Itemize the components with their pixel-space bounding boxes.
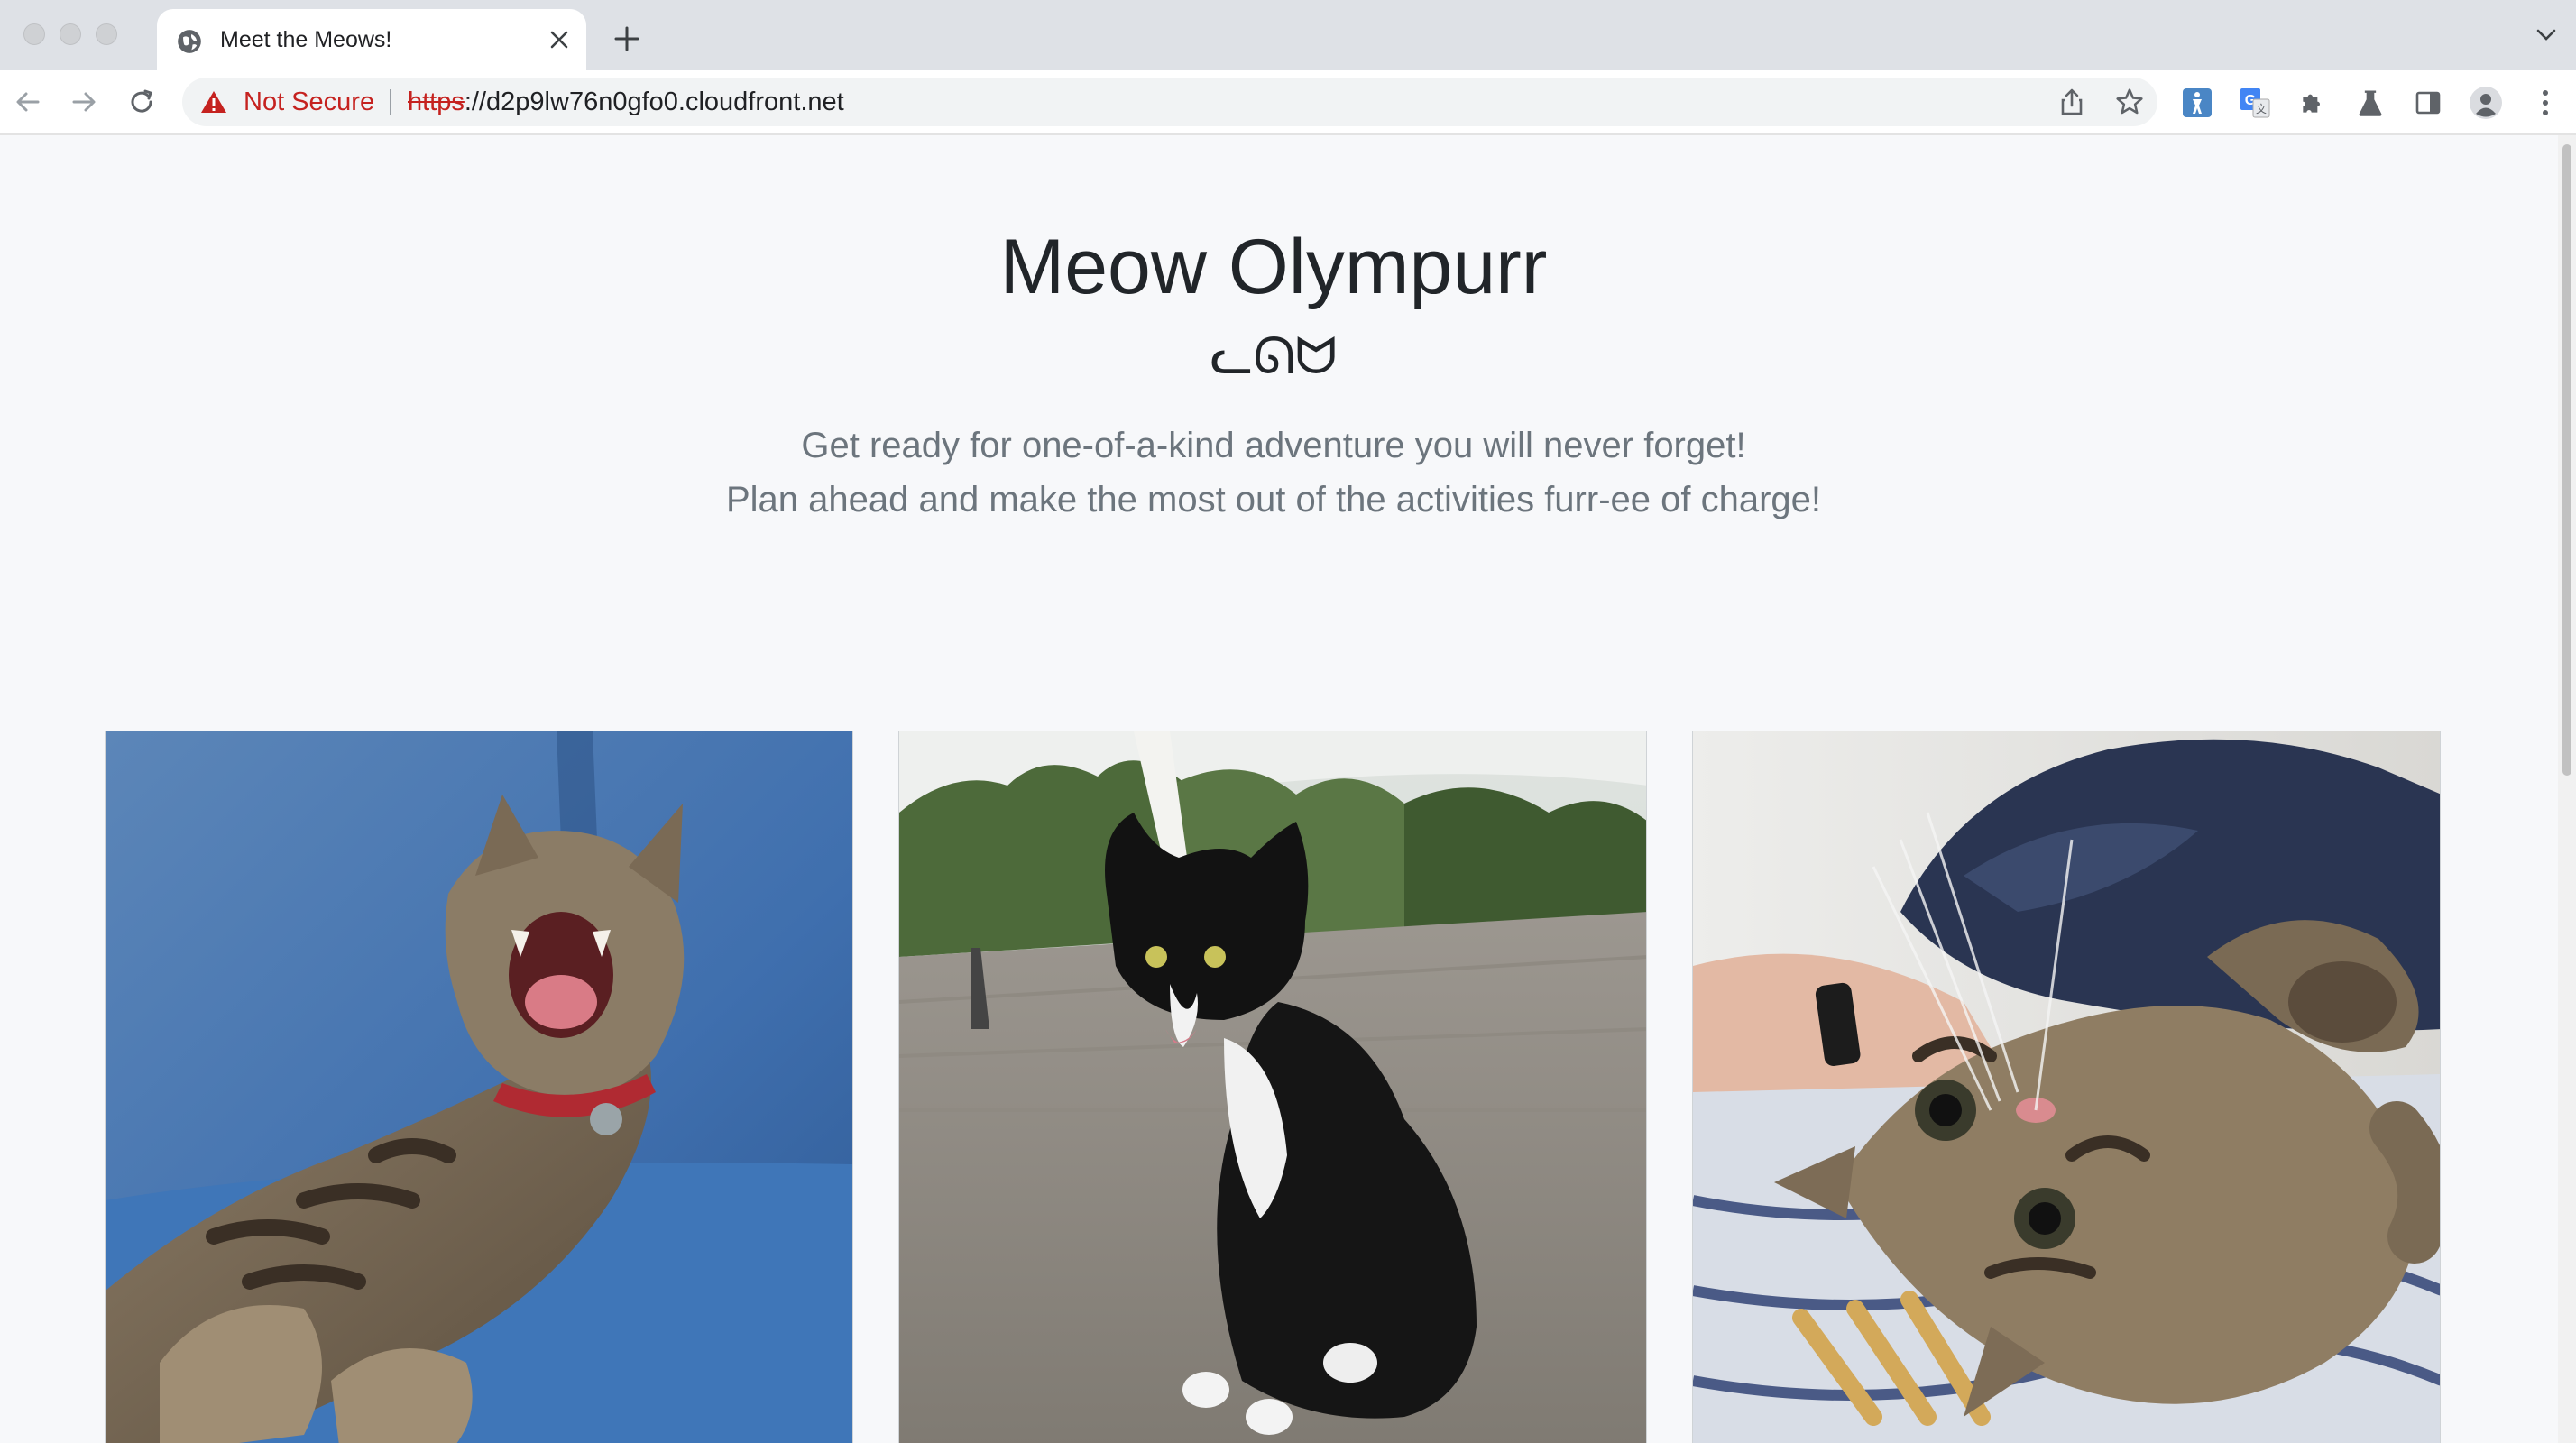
cat-photo-tuxedo-sitting [899,731,1646,1443]
url-text[interactable]: https://d2p9lw76n0gfo0.cloudfront.net [408,87,844,116]
lead-text-line-2: Plan ahead and make the most out of the … [725,480,1822,519]
reload-icon[interactable] [121,81,162,123]
cat-photo-tabby-yawning [106,731,852,1443]
extension-icons[interactable] [2179,85,2215,121]
svg-text:文: 文 [2256,102,2267,115]
close-icon[interactable] [545,25,574,54]
sidepanel-icon[interactable] [2410,85,2446,121]
browser-tab[interactable]: Meet the Meows! [157,9,586,70]
lead-text-line-1: Get ready for one-of-a-kind adventure yo… [801,426,1746,465]
page-title: Meow Olympurr [999,224,1548,310]
star-icon[interactable] [2114,87,2145,117]
scrollbar-thumb[interactable] [2562,144,2571,776]
omnibox-separator [390,89,391,115]
window-close-button[interactable] [23,23,45,45]
translate-icon[interactable]: G文 [2237,85,2273,121]
scrollbar[interactable] [2558,135,2576,1443]
chevron-down-icon[interactable] [2531,20,2562,51]
url-host: ://d2p9lw76n0gfo0.cloudfront.net [464,87,844,116]
globe-icon [178,30,201,53]
page-viewport: Meow Olympurr ᓚᘏᗢ Get ready for one-of-a… [0,135,2558,1443]
share-icon[interactable] [2056,87,2087,117]
cat-photo-card[interactable] [105,731,853,1443]
kebab-menu-icon[interactable] [2527,85,2563,121]
forward-arrow-icon[interactable] [63,81,105,123]
profile-icon[interactable] [2468,85,2504,121]
browser-toolbar: Not Secure https://d2p9lw76n0gfo0.cloudf… [0,70,2576,135]
warning-icon [201,91,226,113]
back-arrow-icon[interactable] [7,81,49,123]
plus-icon[interactable] [606,18,648,60]
cat-emoticon: ᓚᘏᗢ [1210,327,1338,386]
security-status-label[interactable]: Not Secure [244,87,374,116]
tab-title: Meet the Meows! [220,27,392,52]
cat-photo-card[interactable] [898,731,1647,1443]
flask-icon[interactable] [2352,85,2388,121]
window-minimize-button[interactable] [60,23,81,45]
cat-photo-tabby-upside-down [1693,731,2440,1443]
url-scheme: https [408,87,465,116]
cat-photo-card[interactable] [1692,731,2441,1443]
window-maximize-button[interactable] [96,23,117,45]
puzzle-icon[interactable] [2295,85,2331,121]
tab-strip: Meet the Meows! [0,0,2576,70]
address-bar[interactable]: Not Secure https://d2p9lw76n0gfo0.cloudf… [182,78,2157,126]
